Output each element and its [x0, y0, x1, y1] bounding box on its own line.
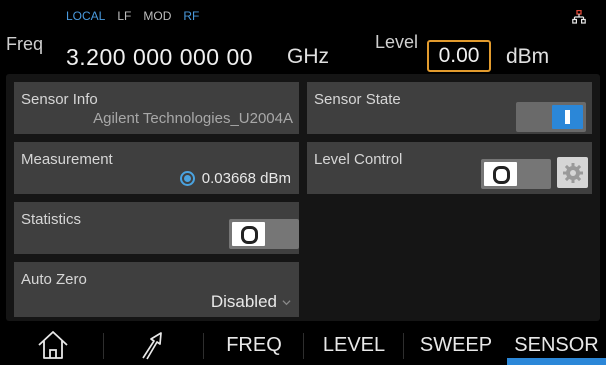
sensor-state-toggle[interactable]	[516, 102, 586, 132]
auto-zero-title: Auto Zero	[21, 271, 87, 288]
status-indicators: LOCAL LF MOD RF	[66, 9, 199, 23]
back-button[interactable]	[118, 325, 184, 365]
network-icon	[572, 10, 586, 24]
freq-unit: GHz	[287, 45, 329, 68]
auto-zero-cell[interactable]: Auto Zero Disabled	[14, 262, 299, 317]
statistics-cell: Statistics	[14, 202, 299, 254]
indicator-lf: LF	[117, 9, 132, 23]
nav-sweep[interactable]: SWEEP	[410, 325, 502, 365]
toggle-knob	[552, 105, 583, 129]
nav-separator	[403, 333, 404, 359]
sensor-state-cell: Sensor State	[307, 82, 592, 134]
level-value-field[interactable]: 0.00	[427, 40, 491, 72]
measurement-value: 0.03668 dBm	[201, 170, 291, 187]
sensor-info-title: Sensor Info	[21, 91, 98, 108]
measurement-readout: 0.03668 dBm	[179, 170, 291, 187]
statistics-toggle[interactable]	[229, 219, 299, 249]
sensor-state-title: Sensor State	[314, 91, 401, 108]
home-icon	[38, 331, 68, 359]
nav-separator	[303, 333, 304, 359]
indicator-mod: MOD	[143, 9, 172, 23]
sensor-panel: Sensor Info Agilent Technologies_U2004A …	[6, 74, 600, 321]
indicator-local: LOCAL	[66, 9, 106, 23]
gear-icon	[562, 162, 583, 183]
arrow-icon	[142, 332, 162, 360]
sensor-info-cell[interactable]: Sensor Info Agilent Technologies_U2004A	[14, 82, 299, 134]
toggle-knob	[232, 222, 265, 246]
indicator-rf: RF	[183, 9, 200, 23]
auto-zero-dropdown[interactable]: Disabled	[211, 292, 291, 312]
home-button[interactable]	[20, 325, 86, 365]
level-control-title: Level Control	[314, 151, 403, 168]
level-label: Level	[375, 32, 419, 52]
toggle-knob	[484, 162, 517, 186]
bottom-nav: FREQ LEVEL SWEEP SENSOR	[0, 325, 606, 365]
freq-label: Freq	[6, 34, 44, 54]
measurement-title: Measurement	[21, 151, 113, 168]
chevron-down-icon	[282, 299, 291, 305]
level-control-cell: Level Control	[307, 142, 592, 194]
sensor-info-value: Agilent Technologies_U2004A	[93, 110, 293, 127]
nav-sensor[interactable]: SENSOR	[507, 325, 606, 365]
nav-level[interactable]: LEVEL	[312, 325, 396, 365]
auto-zero-value: Disabled	[210, 292, 277, 311]
freq-value[interactable]: 3.200 000 000 00	[66, 44, 253, 71]
nav-separator	[203, 333, 204, 359]
level-unit: dBm	[506, 45, 550, 68]
measurement-cell[interactable]: Measurement 0.03668 dBm	[14, 142, 299, 194]
nav-freq[interactable]: FREQ	[212, 325, 296, 365]
statistics-title: Statistics	[21, 211, 82, 228]
level-control-settings-button[interactable]	[557, 157, 588, 188]
radio-selected-icon[interactable]	[179, 171, 195, 186]
level-control-toggle[interactable]	[481, 159, 551, 189]
nav-separator	[103, 333, 104, 359]
